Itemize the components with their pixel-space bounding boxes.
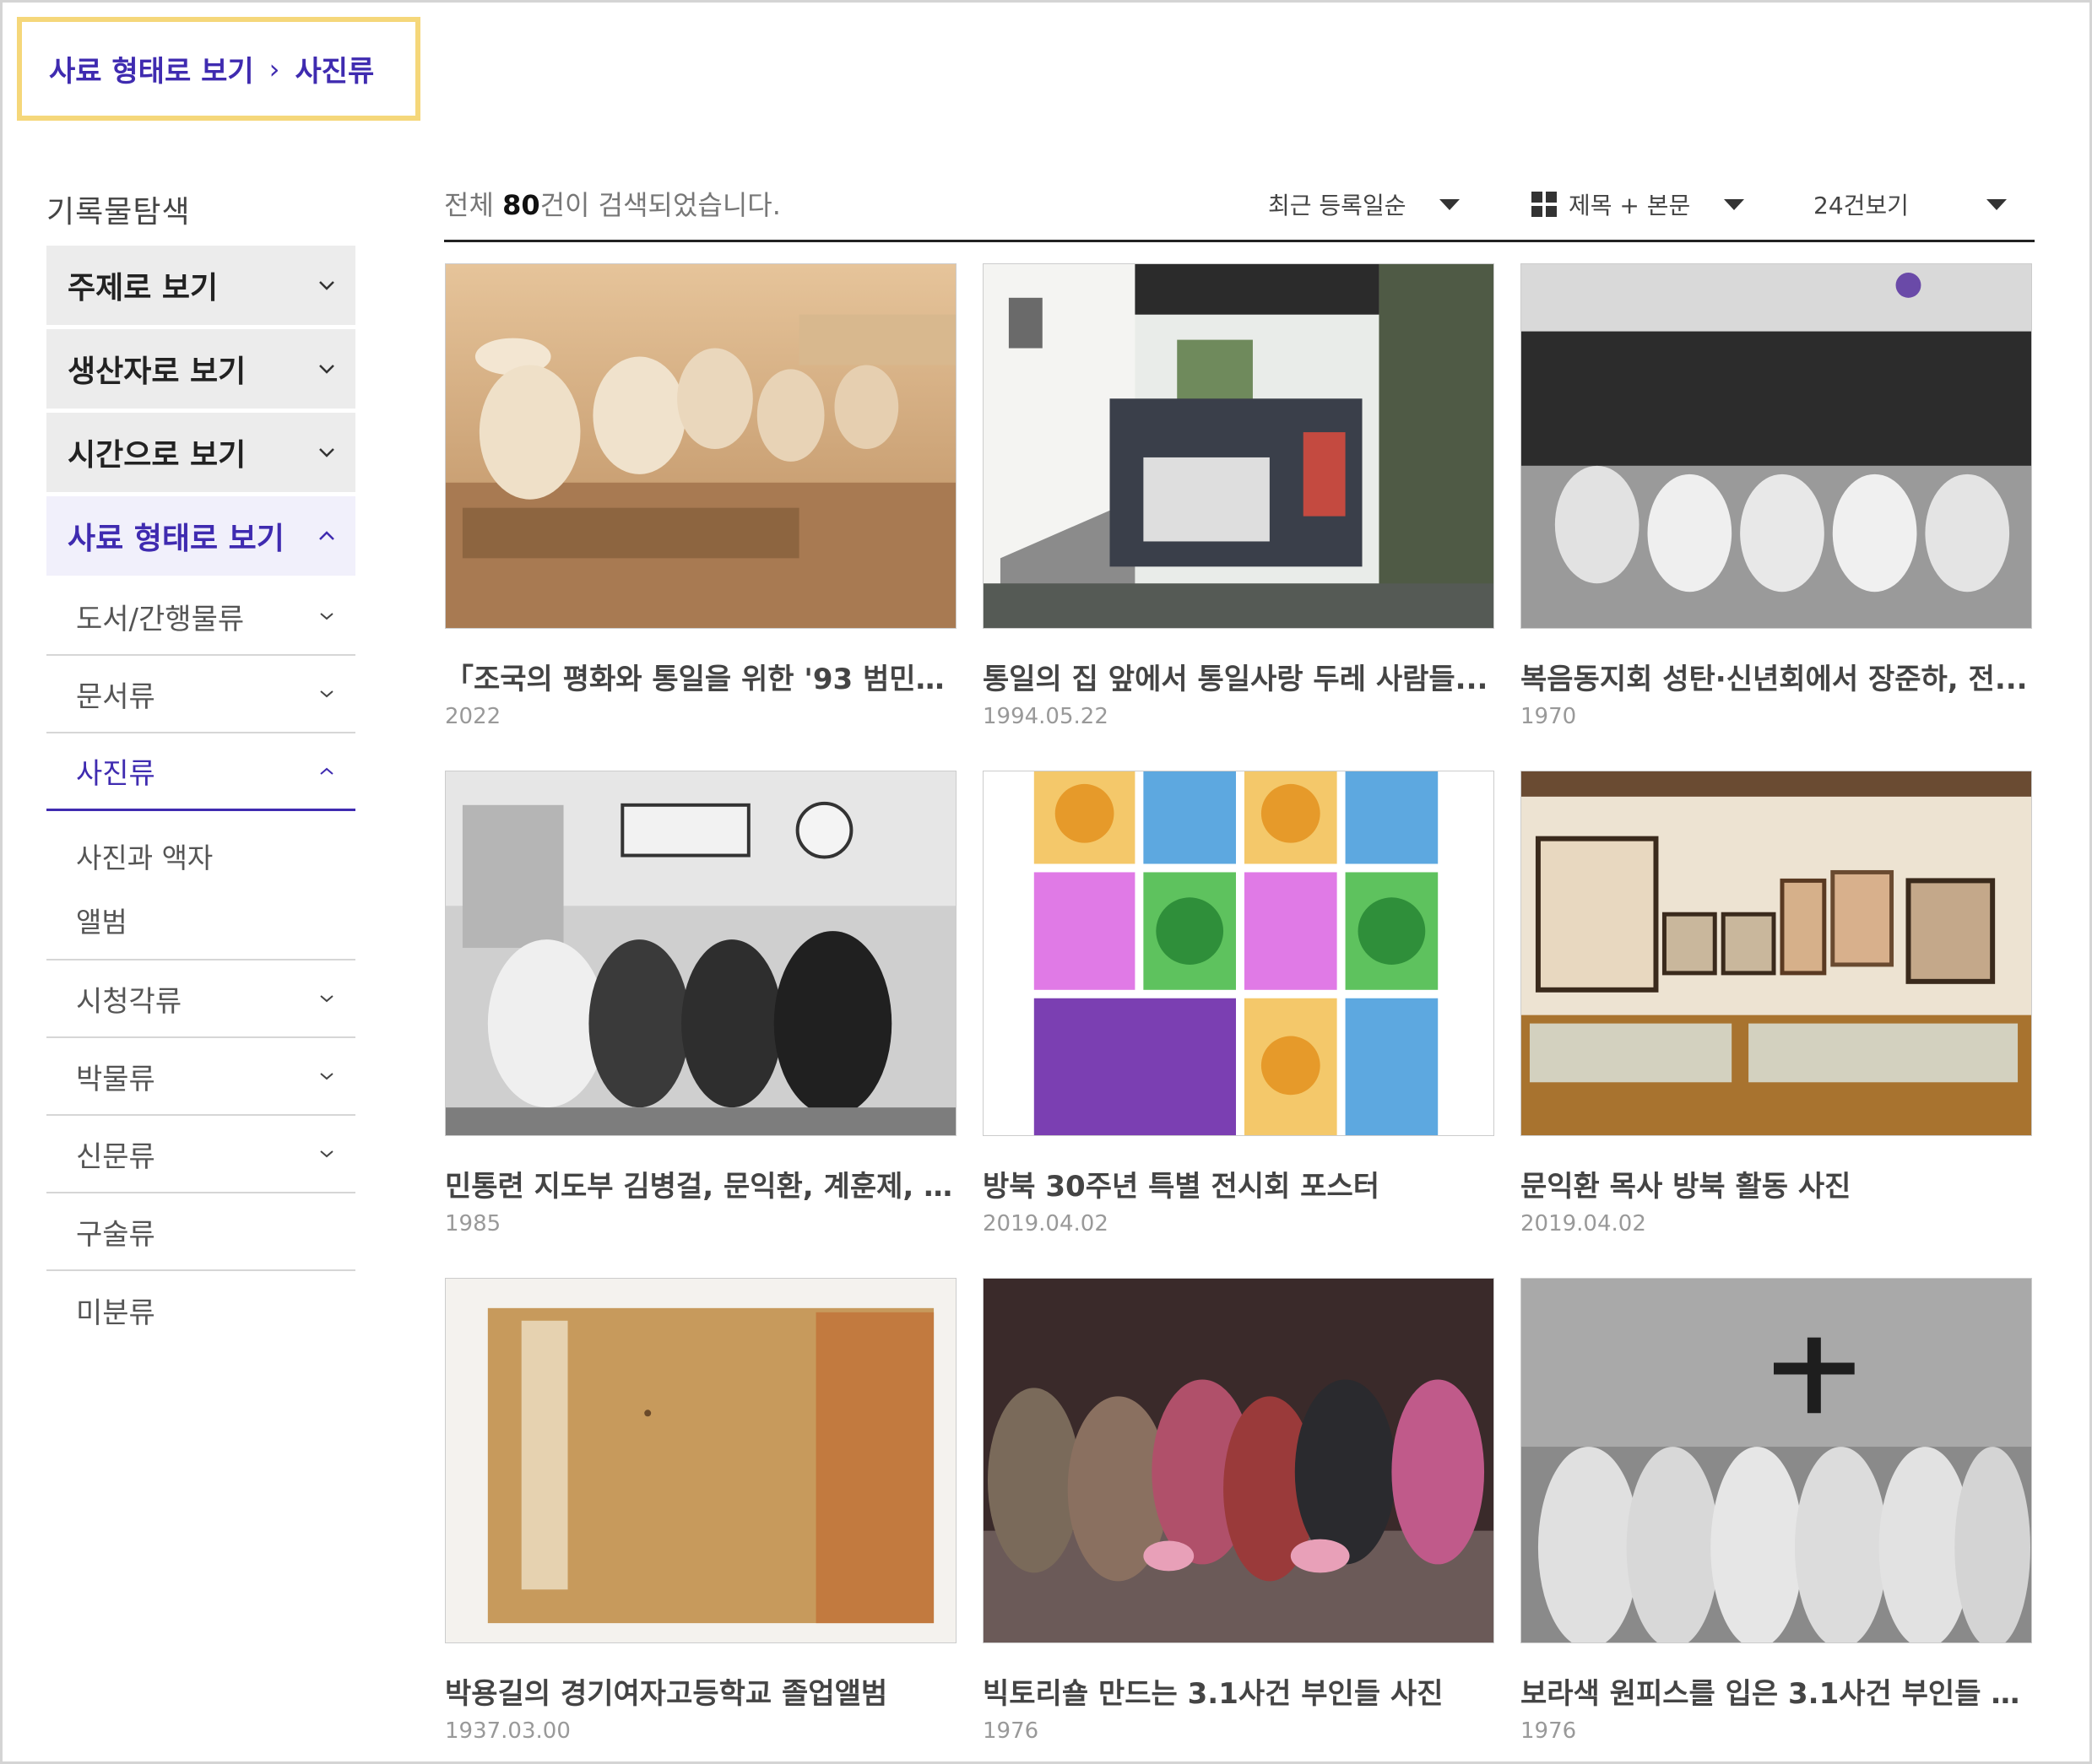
sidebar-title: 기록물탐색 (46, 195, 191, 230)
chevron-up-icon (317, 761, 337, 782)
card-date: 1994.05.22 (983, 704, 1108, 729)
sidebar-subitem-artifacts[interactable]: 박물류 (46, 1038, 355, 1116)
chevron-down-icon (317, 684, 337, 704)
sidebar-subitem-books[interactable]: 도서/간행물류 (46, 578, 355, 656)
card-thumbnail[interactable] (445, 1278, 957, 1643)
chevron-down-icon (317, 1144, 337, 1164)
card-thumbnail[interactable] (445, 771, 957, 1136)
card-thumbnail[interactable] (445, 263, 957, 629)
result-card[interactable]: 박용길의 경기여자고등학교 졸업앨범 1937.03.00 (445, 1278, 957, 1744)
card-date: 2019.04.02 (983, 1211, 1108, 1236)
breadcrumb-parent[interactable]: 사료 형태로 보기 (49, 48, 254, 89)
sidebar-subitem-label: 신문류 (76, 1139, 155, 1174)
chevron-down-icon (317, 442, 337, 463)
sidebar-item-label: 시간으로 보기 (68, 438, 247, 473)
result-card[interactable]: 빅토리숄 만드는 3.1사건 부인들 사진 1976 (983, 1278, 1494, 1744)
sidebar-item-topic[interactable]: 주제로 보기 (46, 246, 355, 325)
breadcrumb-separator-icon: › (268, 52, 280, 85)
result-card[interactable]: 보라색 원피스를 입은 3.1사건 부인들 사진 1976 (1520, 1278, 2032, 1744)
per-page-value: 24건보기 (1813, 192, 1909, 219)
card-thumbnail[interactable] (983, 263, 1494, 629)
per-page-select[interactable]: 24건보기 (1813, 187, 2007, 221)
result-card[interactable]: 민통련 지도부 김병걸, 문익환, 계훈제, 백... 1985 (445, 771, 957, 1236)
chevron-down-icon (317, 606, 337, 626)
card-date: 1985 (445, 1211, 501, 1236)
result-card[interactable]: 문익환 목사 방북 활동 사진 2019.04.02 (1520, 771, 2032, 1236)
chevron-up-icon (317, 526, 337, 546)
sidebar-leaf-photo-frame[interactable]: 사진과 액자 (76, 836, 213, 876)
sidebar-subitem-documents[interactable]: 문서류 (46, 656, 355, 733)
card-thumbnail[interactable] (1520, 1278, 2032, 1643)
sidebar-subitem-photos[interactable]: 사진류 (46, 733, 355, 811)
sidebar-item-time[interactable]: 시간으로 보기 (46, 413, 355, 492)
card-title[interactable]: 빅토리숄 만드는 3.1사건 부인들 사진 (983, 1670, 1494, 1712)
card-date: 1976 (1520, 1718, 1577, 1744)
sidebar-item-label: 사료 형태로 보기 (68, 522, 285, 556)
result-prefix: 전체 (444, 189, 503, 221)
card-thumbnail[interactable] (1520, 771, 2032, 1136)
sidebar-subitem-label: 도서/간행물류 (76, 602, 245, 636)
breadcrumb: 사료 형태로 보기 › 사진류 (17, 17, 420, 121)
sort-select-value: 최근 등록일순 (1268, 192, 1406, 219)
card-title[interactable]: 보라색 원피스를 입은 3.1사건 부인들 사진 (1520, 1670, 2032, 1712)
result-card[interactable]: 복음동지회 성탄·신년회에서 장준하, 전... 1970 (1520, 263, 2032, 729)
chevron-down-icon (317, 988, 337, 1009)
grid-view-icon (1531, 192, 1557, 217)
card-date: 1937.03.00 (445, 1718, 571, 1744)
card-date: 2019.04.02 (1520, 1211, 1646, 1236)
sidebar-leaf-album[interactable]: 앨범 (76, 900, 127, 940)
sidebar-subitem-label: 사진류 (76, 757, 155, 791)
card-title[interactable]: 문익환 목사 방북 활동 사진 (1520, 1163, 2032, 1204)
sort-select[interactable]: 최근 등록일순 (1268, 187, 1461, 221)
card-title[interactable]: 복음동지회 성탄·신년회에서 장준하, 전... (1520, 656, 2032, 697)
sidebar-subitem-audiovisual[interactable]: 시청각류 (46, 960, 355, 1038)
sidebar-item-label: 주제로 보기 (68, 271, 219, 306)
result-card[interactable]: 방북 30주년 특별 전시회 포스터 2019.04.02 (983, 771, 1494, 1236)
card-date: 2022 (445, 704, 501, 729)
view-mode-value: 제목 + 본문 (1569, 192, 1691, 219)
dropdown-arrow-icon (1724, 198, 1745, 210)
sidebar-subitem-label: 구술류 (76, 1217, 155, 1252)
card-title[interactable]: 방북 30주년 특별 전시회 포스터 (983, 1163, 1494, 1204)
dropdown-arrow-icon (1439, 198, 1461, 210)
card-title[interactable]: 「조국의 평화와 통일을 위한 '93 범민족... (445, 656, 957, 697)
sidebar-item-label: 생산자로 보기 (68, 354, 247, 389)
result-card[interactable]: 통일의 집 앞에서 통일사랑 두레 사람들... 1994.05.22 (983, 263, 1494, 729)
chevron-down-icon (317, 275, 337, 295)
sidebar-subitem-label: 박물류 (76, 1062, 155, 1096)
sidebar-subitem-label: 시청각류 (76, 984, 182, 1019)
view-mode-select[interactable]: 제목 + 본문 (1531, 187, 1745, 221)
card-date: 1970 (1520, 704, 1577, 729)
sidebar-subitem-label: 미분류 (76, 1296, 155, 1330)
divider (444, 240, 2035, 242)
result-suffix: 건이 검색되었습니다. (539, 189, 781, 221)
result-card[interactable]: 「조국의 평화와 통일을 위한 '93 범민족... 2022 (445, 263, 957, 729)
card-title[interactable]: 민통련 지도부 김병걸, 문익환, 계훈제, 백... (445, 1163, 957, 1204)
card-date: 1976 (983, 1718, 1039, 1744)
card-thumbnail[interactable] (1520, 263, 2032, 629)
sidebar-subitem-newspapers[interactable]: 신문류 (46, 1116, 355, 1193)
sidebar-item-material-type[interactable]: 사료 형태로 보기 (46, 496, 355, 576)
dropdown-arrow-icon (1986, 198, 2007, 210)
chevron-down-icon (317, 359, 337, 379)
card-thumbnail[interactable] (983, 1278, 1494, 1643)
result-number: 80 (502, 189, 540, 221)
sidebar-subitem-label: 문서류 (76, 679, 155, 714)
chevron-down-icon (317, 1066, 337, 1086)
breadcrumb-current: 사진류 (295, 55, 375, 89)
card-title[interactable]: 박용길의 경기여자고등학교 졸업앨범 (445, 1670, 957, 1712)
sidebar-subitem-oral[interactable]: 구술류 (46, 1193, 355, 1271)
card-title[interactable]: 통일의 집 앞에서 통일사랑 두레 사람들... (983, 656, 1494, 697)
card-thumbnail[interactable] (983, 771, 1494, 1136)
result-count: 전체 80건이 검색되었습니다. (444, 184, 781, 223)
sidebar-subitem-unclassified[interactable]: 미분류 (46, 1271, 355, 1349)
sidebar-item-producer[interactable]: 생산자로 보기 (46, 329, 355, 409)
